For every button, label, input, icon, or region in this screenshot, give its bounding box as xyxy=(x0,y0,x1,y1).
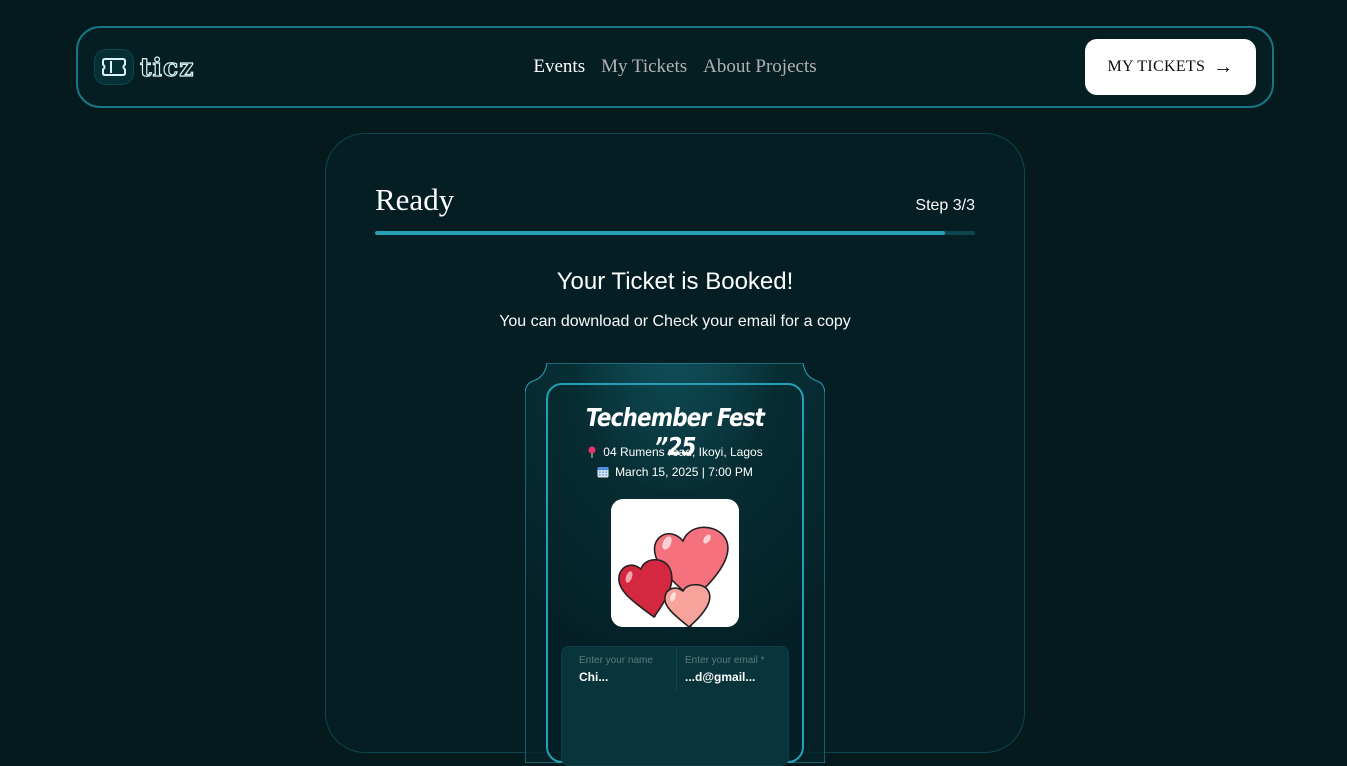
confirmation-title: Your Ticket is Booked! xyxy=(556,268,794,295)
main-nav: Events My Tickets About Projects xyxy=(533,56,816,78)
event-location: 04 Rumens road, Ikoyi, Lagos xyxy=(548,445,802,459)
progress-bar-fill xyxy=(375,231,945,235)
event-datetime: March 15, 2025 | 7:00 PM xyxy=(548,465,802,479)
logo-wordmark: ticz xyxy=(139,52,195,82)
detail-email-value: ...d@gmail... xyxy=(685,670,756,684)
ticket-body: Techember Fest ”25 04 Rumens road, Ikoyi… xyxy=(546,383,804,766)
heart-balloons-icon xyxy=(618,526,729,627)
logo[interactable]: ticz xyxy=(94,49,194,85)
my-tickets-button-label: MY TICKETS xyxy=(1107,58,1206,75)
nav-events[interactable]: Events xyxy=(533,56,585,78)
step-header: Ready Step 3/3 xyxy=(375,182,975,218)
detail-name: Enter your name Chi... xyxy=(562,647,676,692)
detail-name-label: Enter your name xyxy=(579,655,653,666)
confirmation-subtitle: You can download or Check your email for… xyxy=(499,313,851,330)
event-datetime-text: March 15, 2025 | 7:00 PM xyxy=(615,465,753,479)
progress-bar xyxy=(375,231,975,235)
booking-card: Ready Step 3/3 Your Ticket is Booked! Yo… xyxy=(325,133,1025,766)
detail-name-value: Chi... xyxy=(579,670,609,684)
event-location-text: 04 Rumens road, Ikoyi, Lagos xyxy=(603,445,763,459)
arrow-right-icon: → xyxy=(1213,56,1234,78)
calendar-icon xyxy=(597,467,609,478)
detail-email: Enter your email * ...d@gmail... xyxy=(676,647,790,692)
attendee-details: Enter your name Chi... Enter your email … xyxy=(561,646,789,766)
nav-about-projects[interactable]: About Projects xyxy=(703,56,816,78)
top-navbar: ticz Events My Tickets About Projects MY… xyxy=(76,26,1274,108)
nav-my-tickets[interactable]: My Tickets xyxy=(601,56,687,78)
step-title: Ready xyxy=(375,182,455,217)
map-pin-icon xyxy=(588,446,596,458)
ticket: Techember Fest ”25 04 Rumens road, Ikoyi… xyxy=(525,363,825,766)
detail-email-label: Enter your email * xyxy=(685,655,765,666)
attendee-avatar-image xyxy=(611,499,739,627)
my-tickets-button[interactable]: MY TICKETS → xyxy=(1085,39,1256,95)
ticket-logo-icon xyxy=(94,49,134,85)
step-counter: Step 3/3 xyxy=(915,197,975,214)
